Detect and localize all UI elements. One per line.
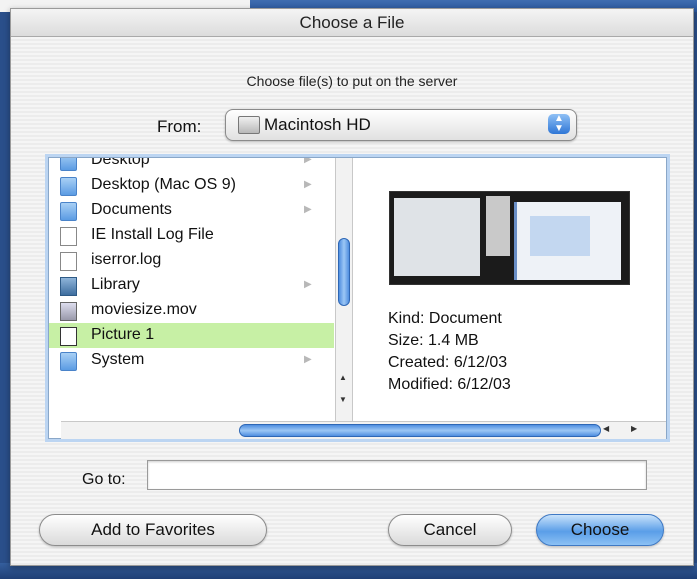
- file-list-item[interactable]: Desktop (Mac OS 9) ▶: [49, 173, 334, 198]
- window-title: Choose a File: [11, 9, 693, 37]
- disclosure-arrow-icon: ▶: [304, 279, 312, 290]
- scroll-left-arrow-icon[interactable]: ◀: [603, 424, 609, 433]
- file-preview-thumbnail: [389, 191, 630, 285]
- from-popup-menu[interactable]: Macintosh HD ▲ ▼: [225, 109, 577, 141]
- file-list-item[interactable]: Desktop ▶: [49, 158, 334, 173]
- popup-arrows-icon: ▲ ▼: [548, 114, 570, 134]
- hard-disk-icon: [238, 116, 260, 134]
- disclosure-arrow-icon: ▶: [304, 158, 312, 165]
- file-list-item[interactable]: IE Install Log File: [49, 223, 334, 248]
- file-name: Desktop (Mac OS 9): [91, 176, 236, 193]
- vertical-scroll-thumb[interactable]: [338, 238, 350, 306]
- file-list-item[interactable]: iserror.log: [49, 248, 334, 273]
- file-name: Documents: [91, 201, 172, 218]
- scroll-right-arrow-icon[interactable]: ▶: [631, 424, 637, 433]
- dialog-prompt: Choose file(s) to put on the server: [246, 73, 458, 89]
- file-list-item[interactable]: System ▶: [49, 348, 334, 373]
- add-to-favorites-button[interactable]: Add to Favorites: [39, 514, 267, 546]
- file-name: Desktop: [91, 158, 150, 168]
- disclosure-arrow-icon: ▶: [304, 354, 312, 365]
- document-icon: [60, 227, 77, 246]
- preview-kind: Kind: Document: [388, 310, 502, 327]
- goto-input[interactable]: [147, 460, 647, 490]
- library-folder-icon: [60, 277, 77, 296]
- picture-file-icon: [60, 327, 77, 346]
- file-list-column: Desktop ▶ Desktop (Mac OS 9) ▶ Documents…: [49, 158, 334, 421]
- scroll-down-arrow-icon[interactable]: ▼: [339, 395, 347, 404]
- file-list-item[interactable]: Library ▶: [49, 273, 334, 298]
- file-name: Library: [91, 276, 140, 293]
- folder-icon: [60, 158, 77, 171]
- from-label: From:: [157, 117, 202, 136]
- goto-label: Go to:: [82, 471, 126, 488]
- choose-button[interactable]: Choose: [536, 514, 664, 546]
- cancel-button[interactable]: Cancel: [388, 514, 512, 546]
- preview-created: Created: 6/12/03: [388, 354, 508, 371]
- vertical-scrollbar[interactable]: ▲ ▼: [335, 158, 353, 421]
- file-browser: Desktop ▶ Desktop (Mac OS 9) ▶ Documents…: [48, 157, 667, 439]
- disclosure-arrow-icon: ▶: [304, 179, 312, 190]
- folder-icon: [60, 177, 77, 196]
- file-list-item[interactable]: Documents ▶: [49, 198, 334, 223]
- file-name: Picture 1: [91, 326, 155, 343]
- from-popup-value: Macintosh HD: [264, 115, 371, 134]
- preview-size: Size: 1.4 MB: [388, 332, 479, 349]
- choose-file-dialog: Choose a File Choose file(s) to put on t…: [10, 8, 694, 566]
- file-name: iserror.log: [91, 251, 162, 268]
- folder-icon: [60, 352, 77, 371]
- file-name: IE Install Log File: [91, 226, 214, 243]
- horizontal-scrollbar[interactable]: ◀ ▶: [61, 421, 666, 439]
- horizontal-scroll-thumb[interactable]: [239, 424, 601, 437]
- file-list-item[interactable]: moviesize.mov: [49, 298, 334, 323]
- preview-modified: Modified: 6/12/03: [388, 376, 511, 393]
- scroll-up-arrow-icon[interactable]: ▲: [339, 373, 347, 382]
- file-list-item-selected[interactable]: Picture 1: [49, 323, 334, 348]
- file-name: moviesize.mov: [91, 301, 197, 318]
- movie-file-icon: [60, 302, 77, 321]
- folder-icon: [60, 202, 77, 221]
- document-icon: [60, 252, 77, 271]
- file-name: System: [91, 351, 145, 368]
- disclosure-arrow-icon: ▶: [304, 204, 312, 215]
